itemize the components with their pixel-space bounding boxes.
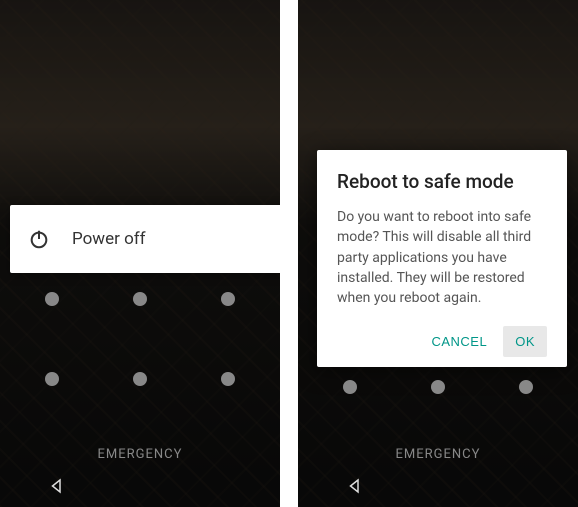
nav-bar [0, 473, 280, 503]
pattern-dot[interactable] [221, 292, 235, 306]
safe-mode-dialog: Reboot to safe mode Do you want to reboo… [317, 150, 567, 367]
pattern-dot[interactable] [133, 292, 147, 306]
screen-content: Reboot to safe mode Do you want to reboo… [298, 0, 578, 507]
pattern-lock[interactable] [298, 380, 578, 394]
dialog-title: Reboot to safe mode [337, 170, 547, 193]
screenshots-pair: Power off EMERGENCY [0, 0, 578, 507]
power-off-label: Power off [72, 229, 146, 249]
pattern-dot[interactable] [343, 380, 357, 394]
power-icon [28, 228, 50, 250]
cancel-button[interactable]: CANCEL [419, 326, 499, 357]
pattern-dot[interactable] [133, 372, 147, 386]
phone-right: Reboot to safe mode Do you want to reboo… [298, 0, 578, 507]
screen-content: Power off EMERGENCY [0, 0, 280, 507]
nav-bar [298, 473, 578, 503]
pattern-row [45, 372, 235, 386]
power-off-button[interactable]: Power off [10, 205, 280, 273]
pattern-dot[interactable] [519, 380, 533, 394]
dialog-body: Do you want to reboot into safe mode? Th… [337, 207, 547, 308]
dialog-actions: CANCEL OK [337, 326, 547, 357]
pattern-dot[interactable] [45, 292, 59, 306]
back-icon[interactable] [48, 477, 66, 499]
pattern-dot[interactable] [45, 372, 59, 386]
pattern-dot[interactable] [431, 380, 445, 394]
pattern-lock[interactable] [0, 292, 280, 386]
ok-button[interactable]: OK [503, 326, 547, 357]
emergency-button[interactable]: EMERGENCY [298, 447, 578, 462]
phone-left: Power off EMERGENCY [0, 0, 280, 507]
pattern-row [343, 380, 533, 394]
pattern-row [45, 292, 235, 306]
pattern-dot[interactable] [221, 372, 235, 386]
back-icon[interactable] [346, 477, 364, 499]
emergency-button[interactable]: EMERGENCY [0, 447, 280, 462]
